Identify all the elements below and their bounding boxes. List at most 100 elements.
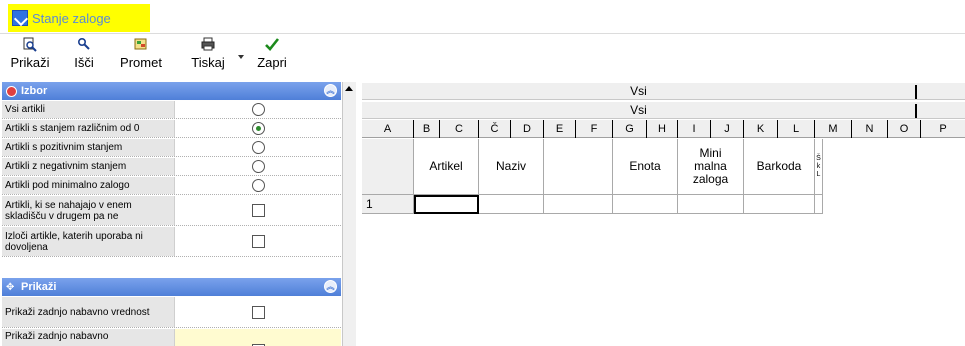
preview-button[interactable]: Prikaži bbox=[6, 35, 54, 73]
column-letter[interactable]: J bbox=[711, 120, 744, 138]
title-divider bbox=[0, 33, 965, 34]
grid-header-text: Vsi bbox=[630, 103, 647, 117]
checkbox[interactable] bbox=[251, 235, 265, 248]
traffic-button-label: Promet bbox=[120, 55, 162, 70]
column-title: Artikel bbox=[414, 139, 479, 195]
grid-cell[interactable] bbox=[744, 195, 815, 214]
options-scrollbar[interactable] bbox=[342, 82, 356, 346]
grid-cell[interactable] bbox=[815, 195, 823, 214]
print-dropdown-caret[interactable] bbox=[238, 55, 244, 59]
header-separator bbox=[915, 104, 917, 118]
radio-button[interactable] bbox=[251, 141, 265, 154]
app-icon bbox=[12, 10, 28, 26]
printer-icon bbox=[200, 35, 216, 53]
column-title: Mini malna zaloga bbox=[678, 139, 744, 195]
grid-header-text: Vsi bbox=[630, 84, 647, 98]
header-separator bbox=[915, 85, 917, 99]
grid-cell[interactable] bbox=[678, 195, 744, 214]
grid-cell-selected[interactable] bbox=[414, 195, 479, 214]
option-row[interactable]: Artikli, ki se nahajajo v enem skladišču… bbox=[2, 196, 341, 226]
close-button[interactable]: Zapri bbox=[250, 35, 294, 73]
traffic-button[interactable]: Promet bbox=[112, 35, 170, 73]
grid-cell[interactable] bbox=[613, 195, 678, 214]
grid-body: Artikel Naziv Enota Mini malna zaloga Ba… bbox=[362, 139, 965, 218]
option-row[interactable]: Vsi artikli bbox=[2, 101, 341, 119]
column-letter[interactable]: A bbox=[362, 120, 414, 138]
column-letter[interactable]: C bbox=[440, 120, 479, 138]
radio-button[interactable] bbox=[251, 179, 265, 192]
section-header-izbor[interactable]: Izbor ︽ bbox=[2, 82, 341, 100]
checkbox[interactable] bbox=[251, 204, 265, 217]
column-letter[interactable]: F bbox=[576, 120, 613, 138]
corner-cell bbox=[362, 139, 414, 195]
print-button[interactable]: Tiskaj bbox=[182, 35, 234, 73]
column-letter[interactable]: I bbox=[678, 120, 711, 138]
column-letter[interactable]: K bbox=[744, 120, 778, 138]
column-letter[interactable]: B bbox=[414, 120, 440, 138]
grid-cell[interactable] bbox=[544, 195, 613, 214]
column-letter[interactable]: N bbox=[852, 120, 888, 138]
grid-header-row: Vsi bbox=[362, 101, 965, 119]
column-title: Naziv bbox=[479, 139, 544, 195]
column-title: Barkoda bbox=[744, 139, 815, 195]
scroll-up-icon[interactable] bbox=[345, 86, 353, 91]
option-label: Artikli s stanjem različnim od 0 bbox=[2, 120, 175, 137]
options-panel: Izbor ︽ Vsi artikli Artikli s stanjem ra… bbox=[2, 82, 341, 346]
column-letter[interactable]: D bbox=[511, 120, 544, 138]
window-title-bar: Stanje zaloge bbox=[8, 4, 150, 32]
close-button-label: Zapri bbox=[257, 55, 287, 70]
column-title: Enota bbox=[613, 139, 678, 195]
search-button[interactable]: Išči bbox=[64, 35, 104, 73]
option-label: Artikli pod minimalno zalogo bbox=[2, 177, 175, 194]
option-row[interactable]: Artikli s stanjem različnim od 0 bbox=[2, 120, 341, 138]
column-letter[interactable]: O bbox=[888, 120, 921, 138]
search-icon bbox=[77, 35, 91, 53]
preview-button-label: Prikaži bbox=[10, 55, 50, 70]
option-label: Artikli z negativnim stanjem bbox=[2, 158, 175, 175]
option-label: Izloči artikle, katerih uporaba ni dovol… bbox=[2, 227, 175, 256]
stock-grid[interactable]: Vsi Vsi A B C Č D E F G H I J K L M N O … bbox=[362, 82, 965, 218]
search-button-label: Išči bbox=[74, 55, 94, 70]
option-row[interactable]: Artikli pod minimalno zalogo bbox=[2, 177, 341, 195]
column-title: Š k L bbox=[815, 139, 823, 195]
column-title bbox=[544, 139, 613, 195]
collapse-icon[interactable]: ︽ bbox=[324, 84, 337, 97]
grid-cell[interactable] bbox=[479, 195, 544, 214]
grid-header-row: Vsi bbox=[362, 82, 965, 100]
option-label: Artikli s pozitivnim stanjem bbox=[2, 139, 175, 156]
traffic-icon bbox=[133, 35, 149, 53]
option-label: Artikli, ki se nahajajo v enem skladišču… bbox=[2, 196, 175, 225]
section-title: Izbor bbox=[21, 85, 48, 97]
print-button-label: Tiskaj bbox=[191, 55, 225, 70]
option-row[interactable]: Artikli z negativnim stanjem bbox=[2, 158, 341, 176]
radio-button[interactable] bbox=[251, 103, 265, 116]
window-title: Stanje zaloge bbox=[32, 10, 111, 26]
toolbar: Prikaži Išči Promet Tiskaj Zapri bbox=[0, 35, 965, 73]
column-letter[interactable]: P bbox=[921, 120, 965, 138]
option-row[interactable]: Prikaži zadnjo nabavno vrednost bbox=[2, 297, 341, 328]
checkmark-icon bbox=[264, 35, 280, 53]
row-number[interactable]: 1 bbox=[362, 195, 414, 214]
option-row[interactable]: Prikaži zadnjo nabavno bbox=[2, 329, 341, 346]
option-label: Prikaži zadnjo nabavno vrednost bbox=[2, 297, 175, 327]
section-icon: ✥ bbox=[6, 281, 15, 293]
option-row[interactable]: Artikli s pozitivnim stanjem bbox=[2, 139, 341, 157]
preview-icon bbox=[22, 35, 38, 53]
option-label: Vsi artikli bbox=[2, 101, 175, 118]
radio-button-selected[interactable] bbox=[251, 122, 265, 135]
column-letters-row: A B C Č D E F G H I J K L M N O P bbox=[362, 120, 965, 138]
column-letter[interactable]: H bbox=[647, 120, 678, 138]
option-label: Prikaži zadnjo nabavno bbox=[2, 329, 175, 346]
option-row[interactable]: Izloči artikle, katerih uporaba ni dovol… bbox=[2, 227, 341, 257]
radio-button[interactable] bbox=[251, 160, 265, 173]
column-letter[interactable]: G bbox=[613, 120, 647, 138]
section-title: Prikaži bbox=[21, 281, 57, 293]
column-letter[interactable]: Č bbox=[479, 120, 511, 138]
checkbox[interactable] bbox=[251, 305, 265, 319]
column-letter[interactable]: E bbox=[544, 120, 576, 138]
column-letter[interactable]: L bbox=[778, 120, 815, 138]
section-header-prikazi[interactable]: ✥ Prikaži ︽ bbox=[2, 278, 341, 296]
collapse-icon[interactable]: ︽ bbox=[324, 280, 337, 293]
section-icon bbox=[6, 85, 17, 97]
column-letter[interactable]: M bbox=[815, 120, 852, 138]
